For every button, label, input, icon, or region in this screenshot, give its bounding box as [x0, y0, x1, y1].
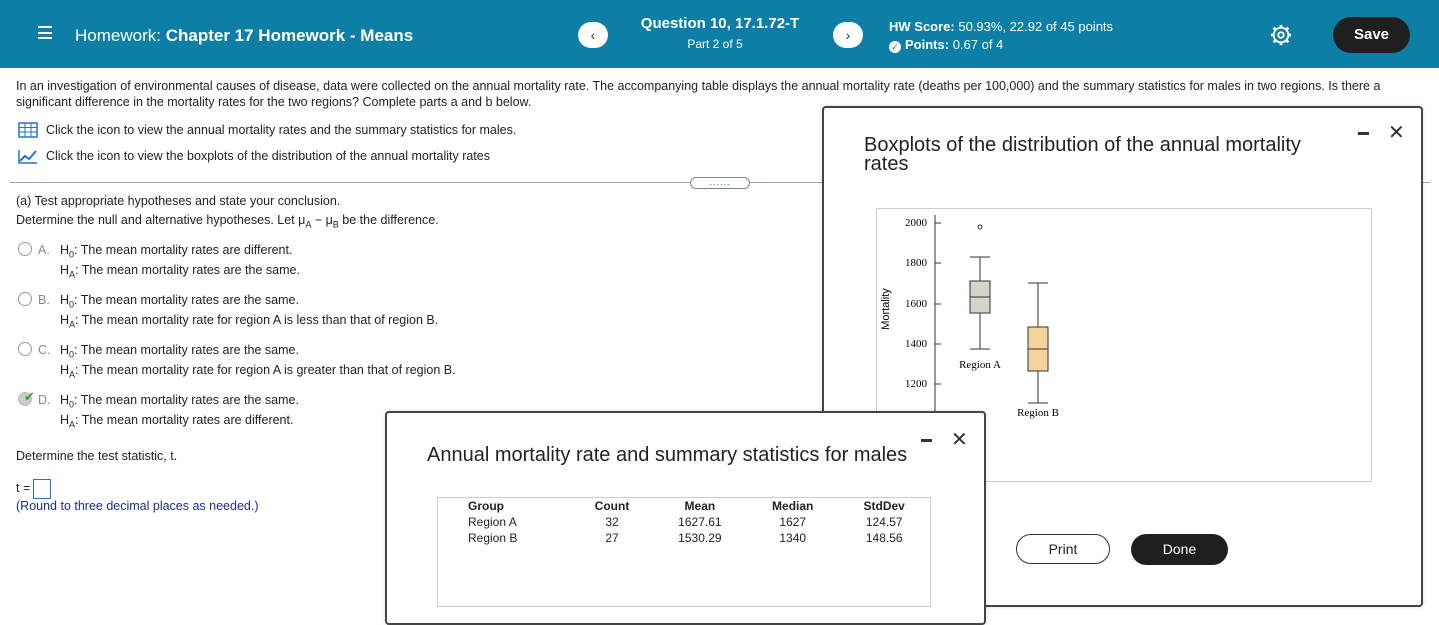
- question-part: Part 2 of 5: [687, 37, 743, 51]
- table-row: Region B 27 1530.29 1340 148.56: [468, 531, 903, 545]
- homework-prefix: Homework:: [75, 26, 161, 45]
- table-header-row: Group Count Mean Median StdDev: [468, 499, 905, 513]
- svg-text:1400: 1400: [905, 338, 928, 350]
- part-a-heading: (a) Test appropriate hypotheses and stat…: [16, 194, 341, 208]
- y-axis-label: Mortality: [880, 288, 892, 330]
- points-label: Points:: [905, 37, 950, 52]
- summary-statistics-table: Group Count Mean Median StdDev Region A …: [437, 497, 931, 607]
- hypotheses-instruction: Determine the null and alternative hypot…: [16, 213, 439, 230]
- y-tick-labels: 2000 1800 1600 1400 1200: [905, 217, 928, 390]
- chart-line-icon[interactable]: [18, 148, 38, 164]
- points-icon: ✓: [889, 41, 901, 53]
- t-answer-input[interactable]: [33, 479, 51, 499]
- table-icon[interactable]: [18, 122, 38, 138]
- radio-button[interactable]: [18, 242, 32, 256]
- region-b-label: Region B: [1017, 407, 1059, 419]
- expand-handle[interactable]: ......: [690, 177, 750, 189]
- score-panel: HW Score: 50.93%, 22.92 of 45 points ✓ Po…: [889, 18, 1113, 54]
- svg-text:1600: 1600: [905, 298, 928, 310]
- summary-dialog-title: Annual mortality rate and summary statis…: [427, 444, 908, 466]
- svg-text:1800: 1800: [905, 257, 928, 269]
- question-title: Question 10, 17.1.72-T: [640, 15, 800, 32]
- test-statistic-prompt: Determine the test statistic, t.: [16, 449, 178, 463]
- minimize-icon[interactable]: [921, 439, 932, 442]
- hw-score-label: HW Score:: [889, 19, 955, 34]
- close-icon[interactable]: ✕: [1388, 120, 1405, 145]
- menu-icon[interactable]: [38, 26, 52, 39]
- table-link-text: Click the icon to view the annual mortal…: [46, 123, 517, 137]
- boxplot-dialog-title: Boxplots of the distribution of the annu…: [864, 134, 1301, 175]
- boxplot-link-text: Click the icon to view the boxplots of t…: [46, 149, 490, 163]
- table-row: Region A 32 1627.61 1627 124.57: [468, 515, 903, 529]
- region-a-boxplot: [969, 224, 991, 350]
- option-b[interactable]: B. H0: The mean mortality rates are the …: [18, 290, 438, 330]
- minimize-icon[interactable]: [1358, 132, 1369, 135]
- radio-button[interactable]: [18, 342, 32, 356]
- print-button[interactable]: Print: [1016, 534, 1110, 564]
- points-value: 0.67 of 4: [952, 37, 1004, 52]
- region-a-label: Region A: [959, 359, 1001, 371]
- svg-text:1200: 1200: [905, 378, 928, 390]
- settings-gear-icon[interactable]: [1270, 24, 1292, 46]
- checkmark-icon: ✔: [24, 389, 35, 404]
- table-link-row[interactable]: Click the icon to view the annual mortal…: [18, 122, 516, 138]
- y-ticks: [935, 222, 941, 385]
- summary-statistics-dialog: Annual mortality rate and summary statis…: [385, 411, 986, 625]
- next-question-button[interactable]: ›: [833, 22, 863, 48]
- top-bar: Homework: Chapter 17 Homework - Means ‹ …: [0, 0, 1439, 68]
- close-icon[interactable]: ✕: [951, 427, 968, 452]
- option-c[interactable]: C. H0: The mean mortality rates are the …: [18, 340, 456, 380]
- t-label: t =: [16, 481, 31, 495]
- hw-score-value: 50.93%, 22.92 of 45 points: [958, 19, 1114, 34]
- homework-name: Chapter 17 Homework - Means: [165, 26, 414, 45]
- rounding-note: (Round to three decimal places as needed…: [16, 499, 259, 513]
- option-d[interactable]: ✔ D. H0: The mean mortality rates are the…: [18, 389, 299, 430]
- radio-button[interactable]: [18, 292, 32, 306]
- homework-title: Homework: Chapter 17 Homework - Means: [75, 26, 413, 46]
- region-b-boxplot: [1027, 282, 1049, 404]
- svg-text:2000: 2000: [905, 217, 928, 229]
- save-button[interactable]: Save: [1333, 17, 1410, 53]
- done-button[interactable]: Done: [1131, 534, 1228, 565]
- option-a[interactable]: A. H0: The mean mortality rates are diff…: [18, 240, 300, 280]
- previous-question-button[interactable]: ‹: [578, 22, 608, 48]
- boxplot-link-row[interactable]: Click the icon to view the boxplots of t…: [18, 148, 490, 164]
